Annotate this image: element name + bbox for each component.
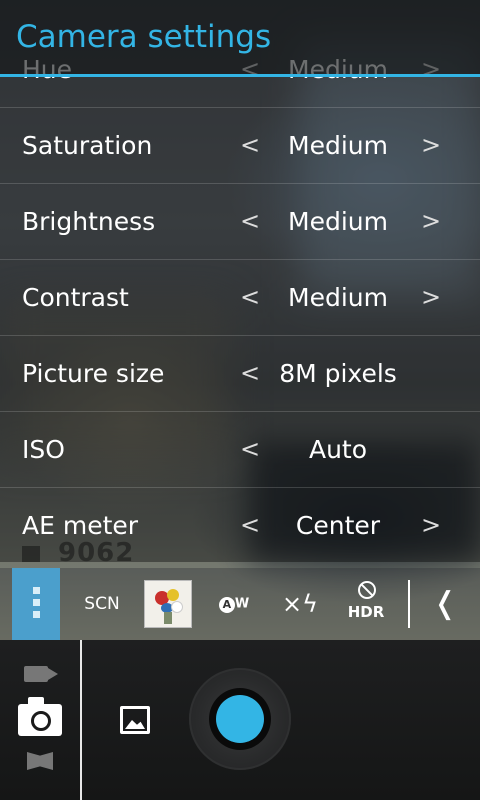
setting-row-contrast[interactable]: Contrast < Medium >	[0, 260, 480, 336]
setting-label: Picture size	[22, 359, 165, 388]
setting-value: Auto	[308, 435, 368, 464]
camera-control-bar	[0, 640, 480, 800]
setting-value: Center	[295, 511, 381, 540]
setting-label: Brightness	[22, 207, 156, 236]
setting-label: AE meter	[22, 511, 139, 540]
settings-list[interactable]: Hue < Medium > Saturation < Medium > Bri…	[0, 32, 480, 563]
increase-arrow-icon[interactable]: >	[421, 184, 441, 259]
shutter-core	[216, 695, 264, 743]
video-mode-icon[interactable]	[24, 666, 58, 682]
settings-menu-button[interactable]	[12, 568, 60, 640]
setting-row-picture-size[interactable]: Picture size < 8M pixels	[0, 336, 480, 412]
collapse-chevron-icon[interactable]: ❬	[430, 568, 460, 640]
shutter-ring	[209, 688, 271, 750]
scene-mode-button[interactable]: SCN	[80, 568, 124, 640]
increase-arrow-icon[interactable]: >	[421, 488, 441, 563]
mode-divider	[80, 640, 82, 800]
disabled-icon	[358, 581, 376, 599]
setting-value: Medium	[288, 131, 388, 160]
bar-divider	[408, 580, 410, 628]
increase-arrow-icon[interactable]: >	[421, 108, 441, 183]
awb-icon: A	[218, 596, 235, 613]
setting-row-saturation[interactable]: Saturation < Medium >	[0, 108, 480, 184]
white-balance-button[interactable]: AW	[216, 568, 252, 640]
setting-value: Medium	[288, 207, 388, 236]
color-effect-thumbnail[interactable]	[144, 580, 192, 628]
setting-label: Contrast	[22, 283, 129, 312]
panorama-mode-icon[interactable]	[27, 752, 53, 770]
overflow-menu-icon	[33, 587, 40, 623]
setting-value: 8M pixels	[279, 359, 397, 388]
awb-suffix: W	[234, 596, 250, 612]
setting-value: Medium	[288, 283, 388, 312]
setting-row-iso[interactable]: ISO < Auto	[0, 412, 480, 488]
page-title: Camera settings	[16, 19, 272, 55]
gallery-icon[interactable]	[120, 706, 150, 734]
shutter-button[interactable]	[189, 668, 291, 770]
hdr-label: HDR	[347, 603, 385, 621]
flash-off-icon[interactable]: ×ϟ	[280, 568, 320, 640]
mode-switcher	[0, 640, 82, 800]
setting-label: ISO	[22, 435, 65, 464]
setting-label: Saturation	[22, 131, 153, 160]
photo-mode-icon[interactable]	[18, 697, 62, 736]
quick-settings-bar: SCN AW ×ϟ HDR ❬	[0, 568, 480, 640]
settings-title-bar: Camera settings	[0, 0, 480, 77]
setting-row-ae-meter[interactable]: AE meter < Center >	[0, 488, 480, 563]
increase-arrow-icon[interactable]: >	[421, 260, 441, 335]
setting-row-brightness[interactable]: Brightness < Medium >	[0, 184, 480, 260]
hdr-off-button[interactable]: HDR	[346, 568, 386, 640]
